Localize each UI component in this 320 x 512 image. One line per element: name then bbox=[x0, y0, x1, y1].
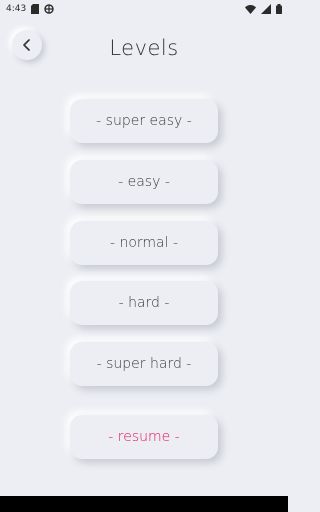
level-super-easy-button[interactable]: - super easy - bbox=[70, 99, 218, 143]
navigation-bar bbox=[0, 496, 288, 512]
levels-list: - super easy - - easy - - normal - - har… bbox=[0, 0, 288, 512]
level-normal-button[interactable]: - normal - bbox=[70, 221, 218, 265]
level-super-hard-button[interactable]: - super hard - bbox=[70, 342, 218, 386]
level-easy-button[interactable]: - easy - bbox=[70, 160, 218, 204]
resume-button[interactable]: - resume - bbox=[70, 415, 218, 459]
level-hard-button[interactable]: - hard - bbox=[70, 281, 218, 325]
